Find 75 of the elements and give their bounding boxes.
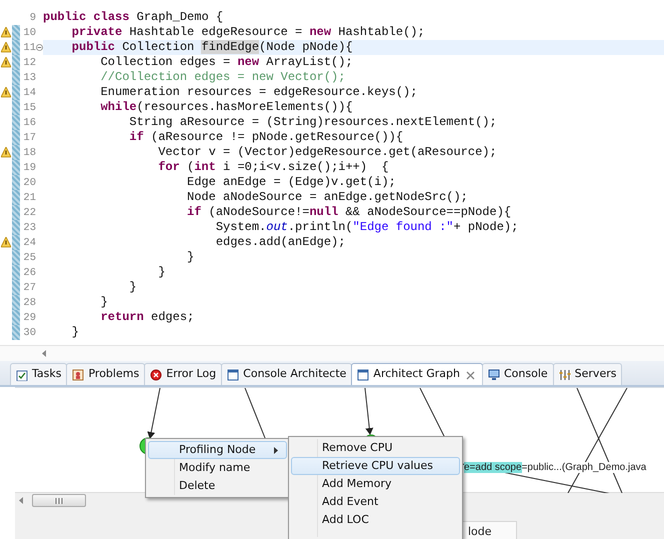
edge-arrow [364, 388, 374, 435]
code-line: } [70, 325, 80, 340]
line-number: 23 [22, 222, 36, 234]
line-number: 22 [22, 206, 36, 218]
code-line: } [128, 280, 138, 295]
close-icon[interactable] [466, 371, 475, 380]
servers-icon [558, 368, 571, 380]
code-line: Vector v = (Vector)edgeResource.get(aResource); [157, 145, 498, 160]
code-line: return edges; [100, 310, 196, 325]
code-line: public class Graph_Demo { [43, 10, 224, 25]
line-number: 14 [22, 86, 36, 98]
code-line: private Hashtable edgeResource = new Hashtable(); [70, 25, 426, 40]
line-number: 15 [22, 102, 36, 114]
line-number: 25 [22, 252, 36, 264]
panel-tab[interactable]: Architect Graph [351, 363, 483, 385]
menu-item[interactable]: Retrieve CPU values [291, 457, 460, 475]
scroll-left-icon[interactable] [19, 497, 24, 504]
code-line: Edge anEdge = (Edge)v.get(i); [186, 175, 397, 190]
edge-arrow [147, 388, 160, 439]
line-number: 10 [22, 26, 36, 38]
problems-icon [72, 368, 84, 380]
tasks-icon [16, 368, 28, 380]
scroll-left-icon[interactable] [42, 350, 47, 357]
scrollbar-thumb[interactable] [32, 494, 86, 507]
code-line: if (aNodeSource!=null && aNodeSource==pNode){ [186, 205, 512, 220]
line-number: 24 [22, 236, 36, 248]
menu-item[interactable]: Add Event [291, 493, 460, 511]
line-number: 30 [22, 326, 36, 338]
line-number: 13 [22, 72, 36, 84]
code-line: edges.add(anEdge); [214, 235, 346, 250]
code-line: } [186, 250, 196, 265]
line-number: 17 [22, 132, 36, 144]
code-line: Node aNodeSource = anEdge.getNodeSrc(); [186, 190, 469, 205]
menu-item[interactable]: Modify name [148, 459, 287, 477]
line-number: 16 [22, 116, 36, 128]
panel-tab[interactable]: Error Log [144, 363, 222, 385]
code-line: String aResource = (String)resources.nextElement(); [128, 115, 498, 130]
panel-tab[interactable]: Console Architecte [221, 363, 352, 385]
code-line: } [157, 265, 166, 280]
line-number: 26 [22, 266, 36, 278]
edge-label: e=add scope=public...(Graph_Demo.java [464, 462, 646, 473]
code-line: for (int i =0;i<v.size();i++) { [157, 160, 390, 175]
line-number: 20 [22, 176, 36, 188]
line-number: 18 [22, 146, 36, 158]
line-number: 9 [28, 12, 36, 24]
code-line: while(resources.hasMoreElements()){ [100, 100, 354, 115]
window-icon [357, 368, 370, 380]
edge-line [420, 388, 446, 438]
menu-item[interactable]: Add LOC [291, 511, 460, 529]
code-line: //Collection edges = new Vector(); [100, 70, 346, 85]
line-number: 27 [22, 282, 36, 294]
menu-item[interactable]: Add Memory [291, 475, 460, 493]
line-number: 28 [22, 296, 36, 308]
line-number: 21 [22, 192, 36, 204]
monitor-icon [488, 368, 500, 380]
panel-tab[interactable]: Problems [66, 363, 146, 385]
panel-tab[interactable]: Servers [552, 363, 622, 385]
menu-item[interactable]: Profiling Node [148, 441, 287, 459]
line-number: 11 [22, 42, 36, 54]
code-line: if (aResource != pNode.getResource()){ [128, 130, 404, 145]
code-line: Enumeration resources = edgeResource.keys(); [100, 85, 418, 100]
fold-toggle-icon[interactable] [36, 44, 43, 51]
menu-item[interactable]: Remove CPU [291, 439, 460, 457]
window-icon [227, 368, 240, 380]
code-line: System.out.println("Edge found :"+ pNode); [214, 220, 520, 235]
edge-line [244, 388, 266, 438]
line-number: 19 [22, 162, 36, 174]
line-number: 12 [22, 56, 36, 68]
code-line: Collection edges = new ArrayList(); [100, 55, 354, 70]
code-line: } [100, 295, 109, 310]
menu-item[interactable]: Delete [148, 477, 287, 495]
line-number: 29 [22, 312, 36, 324]
panel-tab[interactable]: Tasks [10, 363, 68, 385]
error-icon [150, 368, 162, 380]
panel-tab[interactable]: Console [482, 363, 554, 385]
